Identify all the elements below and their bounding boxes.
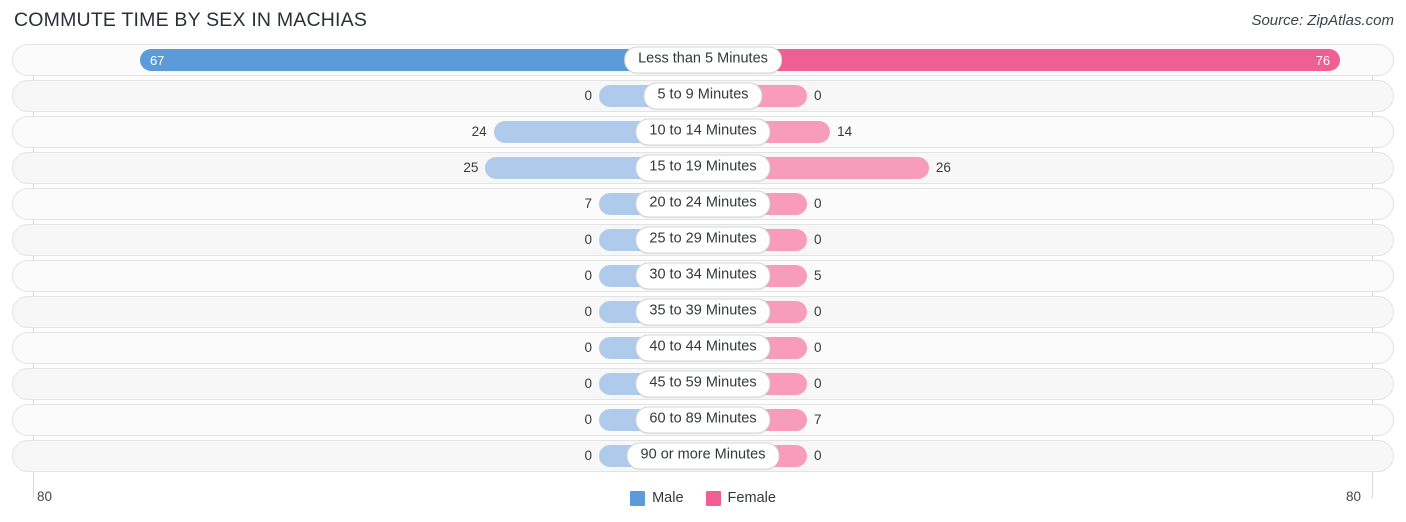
female-value-label: 0 [814,340,822,356]
chart-row: 0 0 5 to 9 Minutes [0,78,1406,114]
chart-row: 7 0 20 to 24 Minutes [0,186,1406,222]
category-label: 5 to 9 Minutes [643,82,763,110]
male-half: 0 [0,258,703,294]
male-value-label: 0 [584,304,592,320]
female-value-label: 0 [814,448,822,464]
male-half: 0 [0,366,703,402]
page-title: COMMUTE TIME BY SEX IN MACHIAS [14,9,368,31]
female-half: 0 [703,330,1406,366]
chart-row: 0 0 90 or more Minutes [0,438,1406,474]
male-half: 0 [0,294,703,330]
chart-row: 0 5 30 to 34 Minutes [0,258,1406,294]
category-label: 90 or more Minutes [626,442,780,470]
female-half: 0 [703,186,1406,222]
chart-row: 24 14 10 to 14 Minutes [0,114,1406,150]
legend-item-male[interactable]: Male [630,490,684,506]
male-half: 0 [0,78,703,114]
female-half: 0 [703,438,1406,474]
male-value-label: 0 [584,340,592,356]
category-label: 30 to 34 Minutes [635,262,771,290]
chart-row: 25 26 15 to 19 Minutes [0,150,1406,186]
female-value-label: 26 [935,160,951,176]
legend-label: Female [727,490,776,506]
female-half: 7 [703,402,1406,438]
female-half: 5 [703,258,1406,294]
male-half: 6767 [0,42,703,78]
male-value-label: 0 [584,412,592,428]
legend-label: Male [652,490,684,506]
female-value-label: 0 [814,88,822,104]
male-bar: 67 [139,49,691,71]
chart-header: COMMUTE TIME BY SEX IN MACHIAS Source: Z… [0,0,1406,40]
male-value-label: 0 [584,376,592,392]
female-value-label: 0 [814,232,822,248]
female-value-label: 7 [814,412,822,428]
chart-rows: 67677676Less than 5 Minutes 0 0 5 to 9 Minu… [0,42,1406,474]
male-value-label: 0 [584,88,592,104]
female-half: 0 [703,294,1406,330]
male-half: 25 [0,150,703,186]
category-label: 15 to 19 Minutes [635,154,771,182]
female-value-label: 0 [814,196,822,212]
category-label: 20 to 24 Minutes [635,190,771,218]
male-value-label: 24 [471,124,487,140]
female-value-label: 0 [814,304,822,320]
category-label: 60 to 89 Minutes [635,406,771,434]
male-half: 0 [0,222,703,258]
category-label: 45 to 59 Minutes [635,370,771,398]
male-half: 0 [0,438,703,474]
chart-plot-area: 67677676Less than 5 Minutes 0 0 5 to 9 Minu… [0,42,1406,486]
female-value-label: 14 [837,124,853,140]
male-half: 0 [0,402,703,438]
male-half: 7 [0,186,703,222]
chart-legend: Male Female [0,490,1406,506]
male-value-inbar: 67 [149,52,165,68]
female-half: 0 [703,366,1406,402]
male-value-label: 25 [463,160,479,176]
female-half: 14 [703,114,1406,150]
chart-row: 0 7 60 to 89 Minutes [0,402,1406,438]
chart-row: 67677676Less than 5 Minutes [0,42,1406,78]
male-half: 24 [0,114,703,150]
female-value-label: 0 [814,376,822,392]
source-attribution: Source: ZipAtlas.com [1251,12,1394,29]
male-swatch-icon [630,490,646,506]
female-half: 7676 [703,42,1406,78]
chart-row: 0 0 45 to 59 Minutes [0,366,1406,402]
female-half: 0 [703,78,1406,114]
chart-row: 0 0 40 to 44 Minutes [0,330,1406,366]
female-value-label: 5 [814,268,822,284]
male-value-label: 0 [584,232,592,248]
chart-footer: 80 80 Male Female [0,484,1406,522]
female-half: 0 [703,222,1406,258]
male-value-label: 0 [584,268,592,284]
male-value-label: 0 [584,448,592,464]
chart-row: 0 0 35 to 39 Minutes [0,294,1406,330]
female-half: 26 [703,150,1406,186]
female-bar: 76 [715,49,1341,71]
category-label: 40 to 44 Minutes [635,334,771,362]
category-label: Less than 5 Minutes [624,46,782,74]
chart-row: 0 0 25 to 29 Minutes [0,222,1406,258]
category-label: 35 to 39 Minutes [635,298,771,326]
male-half: 0 [0,330,703,366]
legend-item-female[interactable]: Female [705,490,776,506]
category-label: 10 to 14 Minutes [635,118,771,146]
female-value-inbar: 76 [1315,52,1331,68]
category-label: 25 to 29 Minutes [635,226,771,254]
male-value-label: 7 [584,196,592,212]
female-swatch-icon [705,490,721,506]
